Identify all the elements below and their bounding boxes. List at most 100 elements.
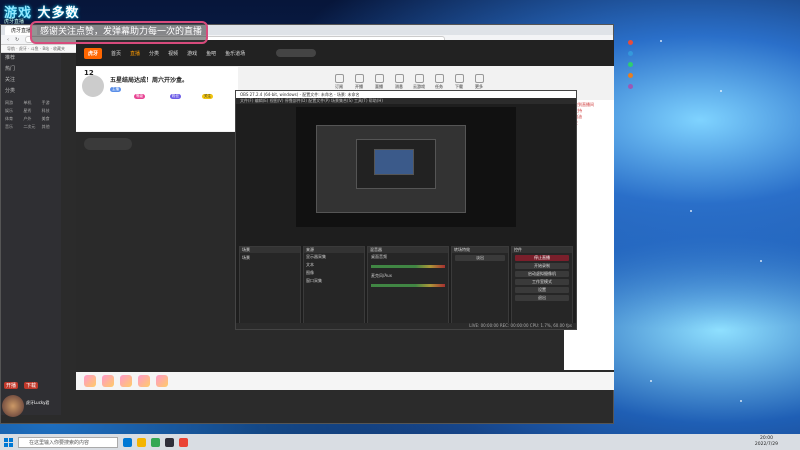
sidebar-app-icon[interactable] (627, 84, 633, 89)
transition-select[interactable]: 淡出 (455, 255, 505, 261)
gift-icon[interactable] (138, 375, 150, 387)
category-item[interactable]: 二次元 (23, 124, 38, 130)
nav-home[interactable]: 首页 (111, 50, 121, 57)
sidebar-app-icon[interactable] (627, 51, 633, 56)
webcam-caption: 虎牙Lucky君 (26, 400, 50, 405)
audio-meter[interactable] (371, 284, 445, 287)
obs-controls-panel: 控件 停止直播 开始录制 启动虚拟摄像机 工作室模式 设置 退出 (511, 246, 573, 324)
explorer-icon[interactable] (137, 437, 146, 447)
edge-icon[interactable] (123, 437, 132, 447)
category-item[interactable]: 单机 (23, 100, 38, 106)
start-icon[interactable] (4, 437, 13, 447)
stream-logo-accent: 大多数 (37, 6, 80, 21)
obs-menu[interactable]: 文件(F) 编辑(E) 视图(V) 停靠部件(D) 配置文件(P) 场景集合(S… (236, 98, 576, 104)
nav-live[interactable]: 直播 (130, 50, 140, 57)
category-item[interactable]: 科技 (42, 108, 57, 114)
nested-capture (374, 149, 414, 175)
category-item[interactable]: 其他 (42, 124, 57, 130)
scene-item[interactable]: 场景 (240, 253, 300, 263)
streamer-card[interactable] (84, 138, 132, 150)
panel-header: 控件 (512, 247, 572, 253)
category-item[interactable]: 体育 (5, 116, 20, 122)
top-icon-bar: 订阅 开播 直播 消息 云游戏 任务 下载 更多 (332, 74, 486, 90)
tag-badge: 主播 (110, 87, 121, 92)
category-item[interactable]: 美食 (42, 116, 57, 122)
system-clock[interactable]: 20:00 2022/7/29 (755, 436, 778, 448)
clock-date: 2022/7/29 (754, 442, 778, 447)
audio-meter[interactable] (371, 265, 445, 268)
obs-sources-panel: 来源 显示器采集 文本 图像 窗口采集 (303, 246, 365, 324)
nav-fun[interactable]: 鱼乐道场 (225, 50, 245, 57)
gift-icon[interactable] (156, 375, 168, 387)
go-live-button[interactable]: 开播 (4, 382, 19, 389)
avatar[interactable] (82, 75, 104, 97)
mixer-channel: 麦克风/Aux (371, 273, 392, 278)
stop-streaming-button[interactable]: 停止直播 (515, 255, 569, 261)
back-icon[interactable]: ‹ (7, 37, 9, 43)
broadcast-icon[interactable]: 开播 (352, 74, 366, 90)
task-icon[interactable]: 任务 (432, 74, 446, 90)
obs-transitions-panel: 转场特效 淡出 (451, 246, 509, 324)
refresh-icon[interactable]: ↻ (15, 37, 19, 43)
taskbar: 在这里输入你要搜索的内容 20:00 2022/7/29 (0, 434, 800, 450)
nav-row[interactable]: 热门 (1, 64, 61, 75)
search-input[interactable] (276, 49, 317, 57)
nav-row[interactable]: 推荐 (1, 53, 61, 64)
nav-row[interactable]: 分类 (1, 86, 61, 97)
message-icon[interactable]: 消息 (392, 74, 406, 90)
panel-header: 转场特效 (452, 247, 508, 253)
webcam-overlay (2, 395, 24, 417)
nav-category[interactable]: 分类 (149, 50, 159, 57)
nav-games[interactable]: 游戏 (187, 50, 197, 57)
category-item[interactable]: 娱乐 (5, 108, 20, 114)
subscribe-icon[interactable]: 订阅 (332, 74, 346, 90)
nav-video[interactable]: 视频 (168, 50, 178, 57)
sidebar-app-icon[interactable] (627, 62, 633, 67)
virtual-camera-button[interactable]: 启动虚拟摄像机 (515, 271, 569, 277)
source-item[interactable]: 窗口采集 (304, 277, 364, 285)
taskbar-search[interactable]: 在这里输入你要搜索的内容 (18, 436, 118, 448)
obs-preview[interactable] (296, 107, 516, 227)
tag-badge: 等级 (134, 94, 145, 99)
app-icon[interactable] (179, 437, 188, 447)
studio-mode-button[interactable]: 工作室模式 (515, 279, 569, 285)
tag-badge[interactable]: 关注 (202, 94, 213, 99)
category-item[interactable]: 星秀 (23, 108, 38, 114)
obs-icon[interactable] (165, 437, 174, 447)
sidebar-app-icon[interactable] (627, 40, 633, 45)
tag-badge: 粉丝 (170, 94, 181, 99)
sidebar-app-icon[interactable] (627, 73, 633, 78)
download-button[interactable]: 下载 (24, 382, 39, 389)
gift-icon[interactable] (102, 375, 114, 387)
category-item[interactable]: 手游 (42, 100, 57, 106)
live-icon[interactable]: 直播 (372, 74, 386, 90)
source-item[interactable]: 图像 (304, 269, 364, 277)
nav-row[interactable]: 关注 (1, 75, 61, 86)
stream-banner: 感谢关注点赞，发弹幕助力每一次的直播 (30, 21, 208, 44)
obs-statusbar: LIVE: 00:00:00 REC: 00:00:00 CPU: 1.7%, … (236, 323, 576, 329)
settings-button[interactable]: 设置 (515, 287, 569, 293)
more-icon[interactable]: 更多 (472, 74, 486, 90)
obs-window: OBS 27.2.4 (64-bit, windows) - 配置文件: 未命名… (235, 90, 577, 330)
chrome-icon[interactable] (151, 437, 160, 447)
category-item[interactable]: 网游 (5, 100, 20, 106)
gift-icon[interactable] (120, 375, 132, 387)
download-icon[interactable]: 下载 (452, 74, 466, 90)
gift-icon[interactable] (84, 375, 96, 387)
start-recording-button[interactable]: 开始录制 (515, 263, 569, 269)
cloud-game-icon[interactable]: 云游戏 (412, 74, 426, 90)
obs-title: OBS 27.2.4 (64-bit, windows) - 配置文件: 未命名… (236, 91, 576, 98)
category-item[interactable]: 音乐 (5, 124, 20, 130)
category-item[interactable]: 户外 (23, 116, 38, 122)
mixer-channel: 桌面音频 (371, 254, 387, 259)
exit-button[interactable]: 退出 (515, 295, 569, 301)
huya-logo[interactable]: 虎牙 (84, 47, 103, 59)
obs-scenes-panel: 场景 场景 (239, 246, 301, 324)
source-item[interactable]: 文本 (304, 261, 364, 269)
room-title: 五星结局达成！周六开沙盒。 (110, 77, 189, 84)
source-item[interactable]: 显示器采集 (304, 253, 364, 261)
nav-forum[interactable]: 鱼吧 (206, 50, 216, 57)
gift-bar (76, 372, 614, 390)
browser-sidebar (626, 24, 634, 424)
room-info: 12 五星结局达成！周六开沙盒。 主播 等级 粉丝 关注 (76, 67, 238, 131)
